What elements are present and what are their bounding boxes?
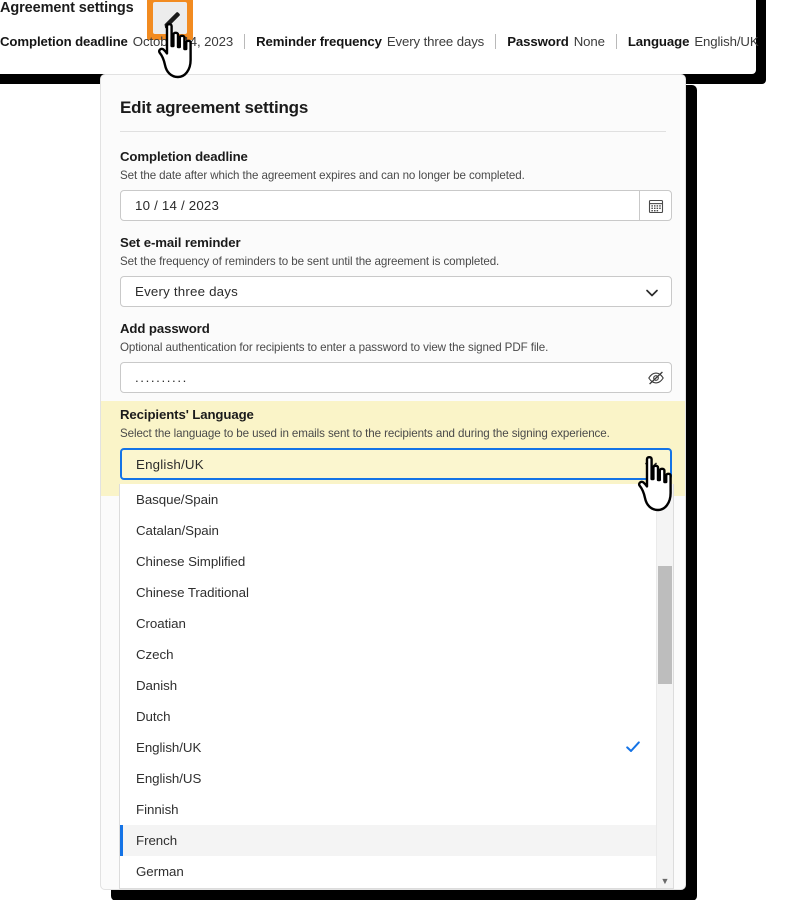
list-item-label: Chinese Simplified: [136, 554, 245, 569]
field-label-add-password: Add password: [120, 321, 672, 336]
field-completion-deadline: Completion deadline Set the date after w…: [120, 149, 672, 221]
page-title: Agreement settings: [0, 0, 134, 16]
list-item-label: Catalan/Spain: [136, 523, 219, 538]
recipients-language-dropdown-list[interactable]: Basque/Spain Catalan/Spain Chinese Simpl…: [119, 484, 674, 889]
list-item-label: Czech: [136, 647, 173, 662]
list-item[interactable]: Basque/Spain: [120, 484, 673, 515]
checkmark-icon: [625, 739, 641, 758]
list-item-label: Chinese Traditional: [136, 585, 249, 600]
agreement-settings-panel: Agreement settings Completion deadline O…: [0, 0, 756, 74]
summary-value-reminder: Every three days: [387, 34, 484, 49]
agreement-settings-summary: Completion deadline October 14, 2023 Rem…: [0, 30, 759, 52]
field-label-email-reminder: Set e-mail reminder: [120, 235, 672, 250]
summary-divider: [616, 34, 617, 49]
reminder-frequency-value: Every three days: [121, 284, 238, 299]
list-item[interactable]: Finnish: [120, 794, 673, 825]
list-item[interactable]: Danish: [120, 670, 673, 701]
chevron-down-icon: [645, 286, 659, 304]
dropdown-scrollbar-thumb[interactable]: [658, 566, 672, 684]
password-value: ..........: [121, 370, 188, 385]
list-item-label: English/US: [136, 771, 201, 786]
agreement-settings-panel-content: Agreement settings Completion deadline O…: [0, 0, 742, 66]
field-help-completion-deadline: Set the date after which the agreement e…: [120, 169, 672, 182]
field-recipients-language: Recipients' Language Select the language…: [120, 407, 672, 480]
list-item-label: Danish: [136, 678, 177, 693]
list-item[interactable]: German: [120, 856, 673, 887]
dialog-title: Edit agreement settings: [120, 98, 308, 118]
recipients-language-value: English/UK: [122, 457, 204, 472]
eye-off-icon[interactable]: [640, 363, 671, 392]
field-label-recipients-language: Recipients' Language: [120, 407, 672, 422]
summary-value-language: English/UK: [694, 34, 758, 49]
summary-divider: [244, 34, 245, 49]
list-item[interactable]: Chinese Simplified: [120, 546, 673, 577]
list-item-selected[interactable]: English/UK: [120, 732, 673, 763]
field-help-email-reminder: Set the frequency of reminders to be sen…: [120, 255, 672, 268]
list-item[interactable]: Chinese Traditional: [120, 577, 673, 608]
list-item-label: English/UK: [136, 740, 201, 755]
list-item[interactable]: Catalan/Spain: [120, 515, 673, 546]
list-item-label: Finnish: [136, 802, 179, 817]
summary-key-reminder: Reminder frequency: [256, 34, 382, 49]
field-add-password: Add password Optional authentication for…: [120, 321, 672, 393]
list-item[interactable]: Croatian: [120, 608, 673, 639]
password-input[interactable]: ..........: [120, 362, 672, 393]
summary-key-password: Password: [507, 34, 569, 49]
chevron-down-icon: [644, 459, 658, 477]
summary-key-language: Language: [628, 34, 689, 49]
list-item-label: Croatian: [136, 616, 186, 631]
summary-value-deadline: October 14, 2023: [133, 34, 233, 49]
list-item[interactable]: Czech: [120, 639, 673, 670]
calendar-icon[interactable]: [639, 191, 671, 220]
list-item-label: French: [136, 833, 177, 848]
field-help-recipients-language: Select the language to be used in emails…: [120, 427, 672, 440]
field-help-add-password: Optional authentication for recipients t…: [120, 341, 672, 354]
summary-key-deadline: Completion deadline: [0, 34, 128, 49]
completion-deadline-value: 10 / 14 / 2023: [121, 198, 219, 213]
scroll-down-arrow-icon[interactable]: ▼: [657, 876, 673, 886]
field-label-completion-deadline: Completion deadline: [120, 149, 672, 164]
edit-agreement-settings-dialog: Edit agreement settings Completion deadl…: [100, 74, 686, 890]
dropdown-scrollbar[interactable]: ▼: [656, 484, 673, 888]
list-item-label: German: [136, 864, 184, 879]
recipients-language-select[interactable]: English/UK: [120, 448, 672, 480]
list-item-label: Dutch: [136, 709, 171, 724]
list-item[interactable]: Dutch: [120, 701, 673, 732]
field-email-reminder: Set e-mail reminder Set the frequency of…: [120, 235, 672, 307]
summary-value-password: None: [574, 34, 605, 49]
dialog-divider: [120, 131, 666, 132]
list-item[interactable]: English/US: [120, 763, 673, 794]
summary-divider: [495, 34, 496, 49]
completion-deadline-input[interactable]: 10 / 14 / 2023: [120, 190, 672, 221]
list-item-hovered[interactable]: French: [120, 825, 673, 856]
list-item-label: Basque/Spain: [136, 492, 218, 507]
reminder-frequency-select[interactable]: Every three days: [120, 276, 672, 307]
